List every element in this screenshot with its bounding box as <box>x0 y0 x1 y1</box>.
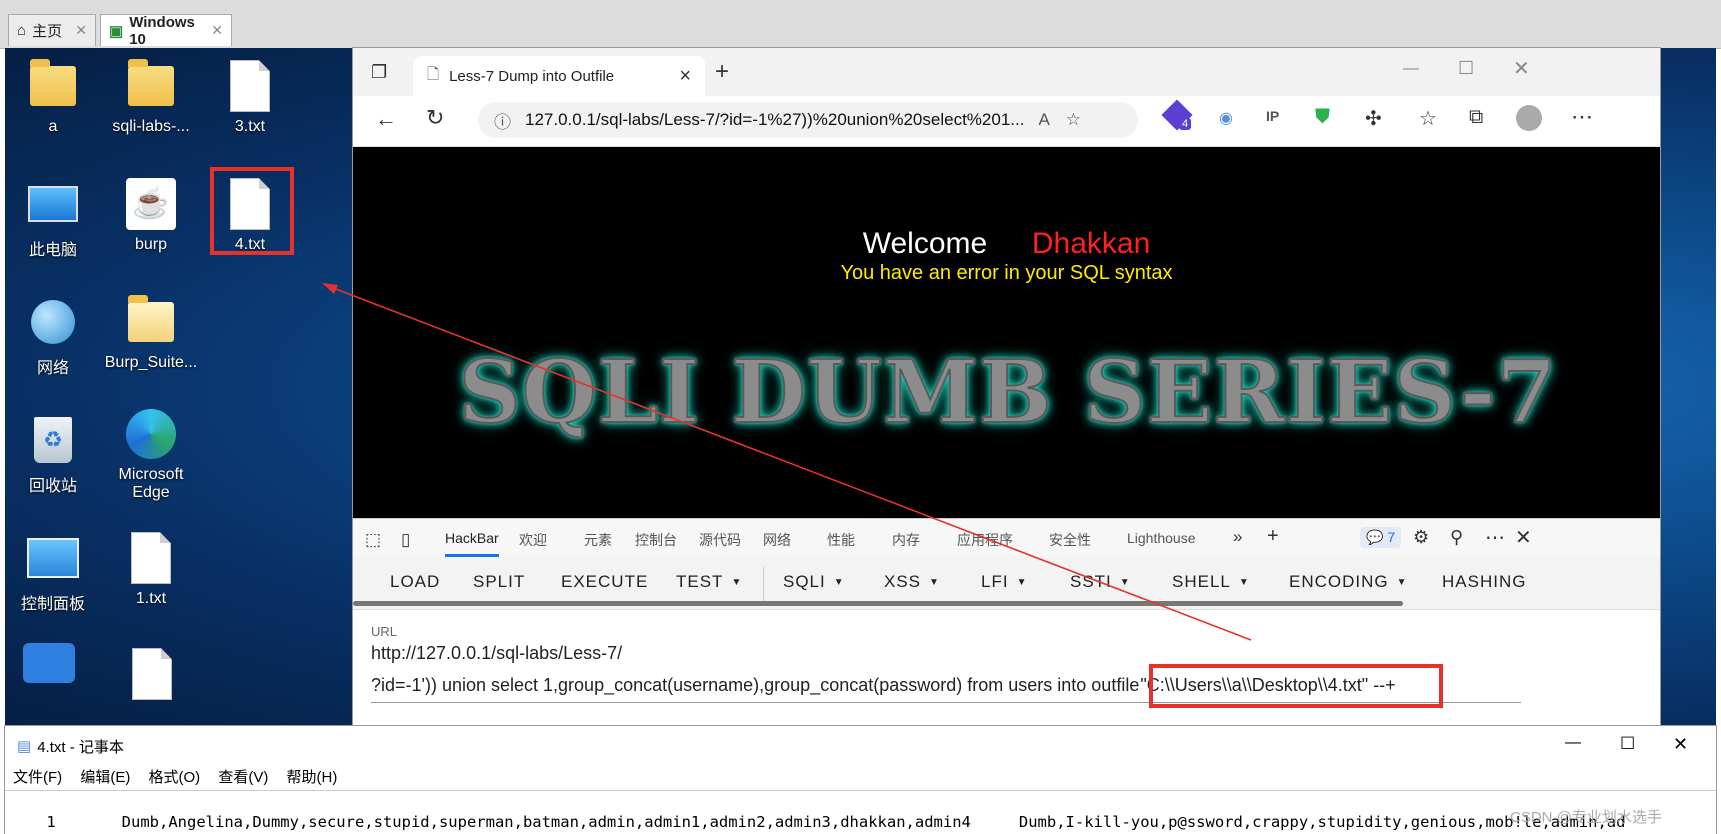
arrow-line <box>327 285 1252 641</box>
annotation-arrow <box>322 283 1252 641</box>
arrow-head <box>322 283 338 294</box>
